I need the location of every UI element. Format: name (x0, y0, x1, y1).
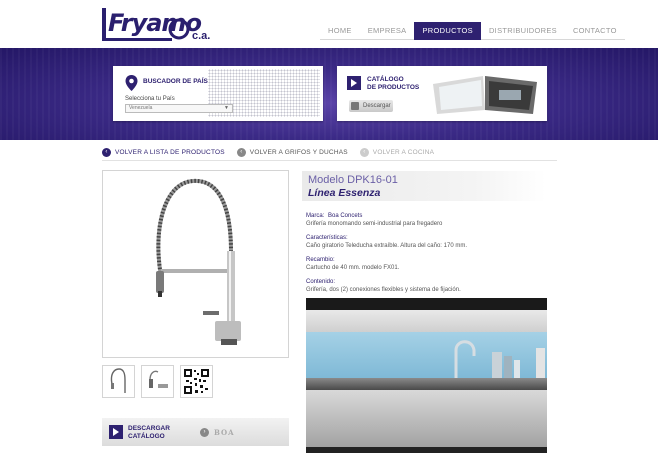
video-controls[interactable] (306, 447, 547, 453)
faucet-detail-thumb-icon (149, 370, 168, 388)
qr-code-icon (184, 369, 209, 394)
spec-replacement-key: Recambio: (306, 257, 335, 263)
download-catalog-line1: DESCARGAR (128, 425, 170, 432)
spec-replacement-value: Cartucho de 40 mm. modelo FX01. (306, 265, 400, 271)
back-to-kitchen[interactable]: ‹ VOLVER A COCINA (359, 148, 435, 157)
spec-replacement: Recambio: Cartucho de 40 mm. modelo FX01… (306, 256, 546, 272)
thumbnail-1[interactable] (102, 365, 135, 398)
logo-suffix: c.a. (192, 30, 211, 42)
logo-circle-icon (168, 18, 190, 40)
country-select-value: Venezuela (129, 105, 153, 111)
catalog-title-line1: CATÁLOGO (367, 76, 404, 83)
location-pin-icon (125, 75, 138, 91)
video-scene-cabinets (306, 390, 547, 453)
nav-distribuidores[interactable]: DISTRIBUIDORES (481, 22, 565, 40)
chevron-left-icon: ‹ (102, 148, 111, 157)
catalog-book-image (433, 76, 537, 114)
arrow-right-icon (109, 425, 123, 439)
download-label: Descargar (363, 103, 391, 109)
spec-features: Características: Caño giratorio Teleduch… (306, 234, 546, 250)
chevron-left-icon: ‹ (236, 148, 246, 157)
back-links: ‹ VOLVER A LISTA DE PRODUCTOS ‹ VOLVER A… (102, 147, 557, 161)
product-model: Modelo DPK16-01 (308, 174, 398, 186)
back-to-product-list-label: VOLVER A LISTA DE PRODUCTOS (115, 149, 225, 156)
nav-contacto[interactable]: CONTACTO (565, 22, 625, 40)
chevron-right-icon: › (200, 428, 209, 437)
download-catalog-line2: CATÁLOGO (128, 432, 165, 440)
spec-description: Grifería monomando semi-industrial para … (306, 220, 546, 228)
spec-brand-value-text: Boa Concets (328, 213, 363, 219)
spec-features-value: Caño giratorio Teleducha extraíble. Altu… (306, 243, 467, 249)
country-finder: BUSCADOR DE PAÍS Selecciona tu País Vene… (113, 66, 323, 121)
banner-texture (0, 48, 658, 140)
catalog-title: CATÁLOGO DE PRODUCTOS (367, 76, 427, 92)
boa-brand-logo: BOA (214, 428, 235, 437)
catalog-title-line2: DE PRODUCTOS (367, 84, 420, 91)
spec-brand-value: Boa Concets (328, 212, 568, 220)
spec-description-text: Grifería monomando semi-industrial para … (306, 221, 443, 227)
download-icon (351, 102, 359, 110)
logo-underline (102, 38, 172, 41)
spec-features-key: Características: (306, 235, 348, 241)
logo-mark (102, 8, 106, 41)
faucet-image (156, 178, 241, 345)
arrow-right-icon (347, 76, 361, 90)
nav-productos[interactable]: PRODUCTOS (414, 22, 481, 40)
finder-label: Selecciona tu País (125, 96, 175, 102)
faucet-thumb-icon (110, 368, 126, 393)
video-scene-cabinet (306, 310, 547, 332)
download-catalog-banner[interactable]: DESCARGAR CATÁLOGO › BOA (102, 418, 289, 446)
product-line: Línea Essenza (308, 187, 381, 199)
nav-empresa[interactable]: EMPRESA (360, 22, 415, 40)
qr-code-thumbnail[interactable] (180, 365, 213, 398)
back-to-kitchen-label: VOLVER A COCINA (372, 149, 435, 156)
country-select[interactable]: Venezuela ▼ (125, 104, 233, 113)
video-scene-counter (306, 378, 547, 390)
finder-title: BUSCADOR DE PAÍS (143, 78, 208, 85)
spec-contents-value: Grifería, dos (2) conexiones flexibles y… (306, 287, 461, 293)
back-to-product-list[interactable]: ‹ VOLVER A LISTA DE PRODUCTOS (102, 148, 225, 157)
back-to-faucets-label: VOLVER A GRIFOS Y DUCHAS (249, 149, 348, 156)
back-to-faucets[interactable]: ‹ VOLVER A GRIFOS Y DUCHAS (236, 148, 348, 157)
download-catalog-button[interactable]: Descargar (349, 100, 393, 112)
nav-home[interactable]: HOME (320, 22, 360, 40)
site-header: Fryamo c.a. HOME EMPRESA PRODUCTOS DISTR… (0, 0, 658, 48)
product-heading: Modelo DPK16-01 Línea Essenza (302, 171, 546, 201)
chevron-down-icon: ▼ (224, 105, 229, 111)
catalog-box: CATÁLOGO DE PRODUCTOS Descargar (337, 66, 547, 121)
thumbnail-2[interactable] (141, 365, 174, 398)
spec-contents: Contenido: Grifería, dos (2) conexiones … (306, 278, 546, 294)
main-nav: HOME EMPRESA PRODUCTOS DISTRIBUIDORES CO… (320, 22, 625, 40)
product-image[interactable] (102, 170, 289, 358)
product-video[interactable] (306, 298, 547, 453)
hero-banner: BUSCADOR DE PAÍS Selecciona tu País Vene… (0, 48, 658, 140)
spec-contents-key: Contenido: (306, 279, 336, 285)
download-catalog-label: DESCARGAR CATÁLOGO (128, 425, 170, 440)
chevron-left-icon: ‹ (359, 148, 369, 157)
video-frame-top (306, 298, 547, 310)
